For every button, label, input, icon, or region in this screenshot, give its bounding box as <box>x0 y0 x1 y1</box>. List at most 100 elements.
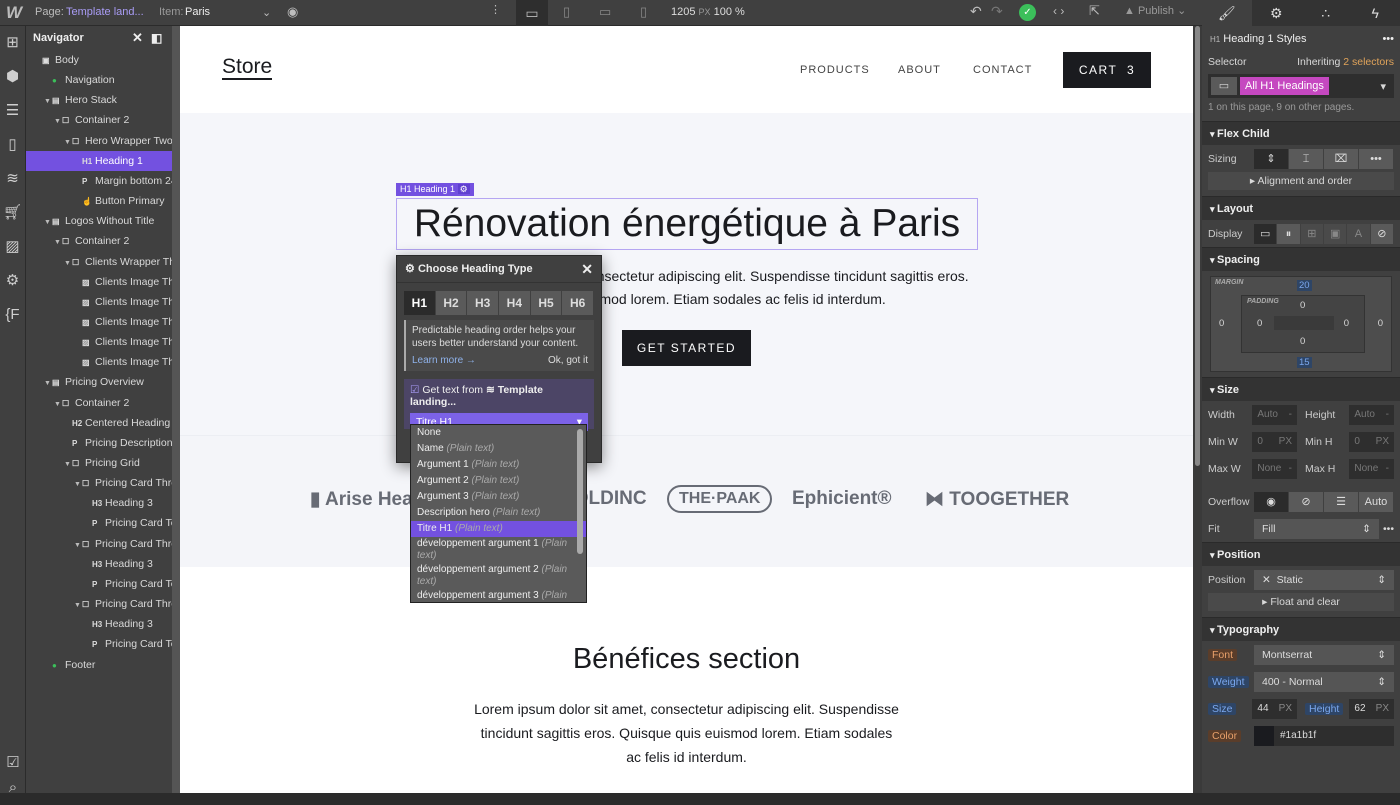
navigator-item[interactable]: PPricing Card Text <box>26 634 172 654</box>
item-selector[interactable]: Paris <box>185 6 210 18</box>
height-input[interactable]: Auto- <box>1349 405 1394 425</box>
navigator-item[interactable]: H3Heading 3 <box>26 614 172 634</box>
heading-level-h3[interactable]: H3 <box>467 291 498 315</box>
dropdown-option[interactable]: Name (Plain text) <box>411 441 586 457</box>
display-buttons[interactable]: ▭⏸⊞▣A⊘ <box>1254 224 1394 244</box>
get-text-checkbox[interactable]: ☑ <box>410 384 419 396</box>
desktop-breakpoint-icon[interactable]: ▭ <box>516 0 548 26</box>
more-vertical-icon[interactable]: ⋮ <box>490 3 501 16</box>
section-spacing[interactable]: Spacing <box>1202 247 1400 271</box>
margin-right[interactable]: 0 <box>1378 318 1383 329</box>
navigator-item[interactable]: PPricing Card Text <box>26 513 172 533</box>
caret-icon[interactable]: ▼ <box>64 133 72 151</box>
nav-link-products[interactable]: PRODUCTS <box>800 64 870 76</box>
chevron-down-icon[interactable]: ⌄ <box>262 6 271 19</box>
caret-icon[interactable]: ▼ <box>74 596 82 614</box>
section-size[interactable]: Size <box>1202 377 1400 401</box>
heading-level-h4[interactable]: H4 <box>499 291 530 315</box>
assets-image-icon[interactable]: ▨ <box>0 230 25 264</box>
heading-level-h1[interactable]: H1 <box>404 291 435 315</box>
section-heading[interactable]: Bénéfices section <box>180 643 1193 676</box>
navigator-item[interactable]: PPricing Description <box>26 433 172 453</box>
caret-icon[interactable]: ▼ <box>44 213 52 231</box>
navigator-item[interactable]: ▨Clients Image Three <box>26 332 172 352</box>
ecommerce-cart-icon[interactable]: 🛒︎ <box>0 196 25 230</box>
dock-panel-icon[interactable]: ◧ <box>151 26 162 50</box>
settings-gear-icon[interactable]: ⚙ <box>0 264 25 298</box>
more-icon[interactable]: ••• <box>1382 26 1394 52</box>
interactions-drops-icon[interactable]: ∴ <box>1301 0 1351 26</box>
sizing-buttons[interactable]: ⇕⌶⌧••• <box>1254 149 1394 169</box>
max-height-input[interactable]: None- <box>1349 459 1394 479</box>
navigator-item[interactable]: ▨Clients Image Three <box>26 312 172 332</box>
cart-button[interactable]: CART 3 <box>1063 52 1151 88</box>
navigator-item[interactable]: PPricing Card Text <box>26 574 172 594</box>
preview-eye-icon[interactable]: ◉ <box>287 4 298 20</box>
caret-icon[interactable]: ▼ <box>44 92 52 110</box>
dropdown-option[interactable]: développement argument 2 (Plain text) <box>411 563 571 589</box>
navigator-item[interactable]: ▼☐Container 2 <box>26 231 172 251</box>
dropdown-option[interactable]: Argument 2 (Plain text) <box>411 473 586 489</box>
navigator-item[interactable]: ▨Clients Image Three <box>26 292 172 312</box>
navigator-icon[interactable]: ☰ <box>0 94 25 128</box>
navigator-item[interactable]: ●Footer <box>26 655 172 675</box>
position-select[interactable]: ✕ Static⇕ <box>1254 570 1394 590</box>
navigator-item[interactable]: H3Heading 3 <box>26 493 172 513</box>
caret-icon[interactable]: ▼ <box>44 374 52 392</box>
dropdown-option[interactable]: None <box>411 425 586 441</box>
margin-bottom[interactable]: 15 <box>1297 357 1312 368</box>
publish-button[interactable]: ▲ Publish ⌄ <box>1124 4 1186 17</box>
overflow-buttons[interactable]: ◉⊘☰Auto <box>1254 492 1394 512</box>
code-icon[interactable]: ‹ › <box>1053 4 1064 18</box>
section-paragraph[interactable]: Lorem ipsum dolor sit amet, consectetur … <box>180 697 1193 769</box>
alignment-order-toggle[interactable]: ▸ Alignment and order <box>1208 172 1394 190</box>
components-cube-icon[interactable]: ⬢ <box>0 60 25 94</box>
caret-icon[interactable]: ▼ <box>54 395 62 413</box>
hero-heading[interactable]: Rénovation énergétique à Paris <box>396 198 978 250</box>
navigator-item[interactable]: ▼☐Pricing Card Three <box>26 534 172 554</box>
max-width-input[interactable]: None- <box>1252 459 1297 479</box>
padding-left[interactable]: 0 <box>1257 318 1262 329</box>
dropdown-option[interactable]: Description hero (Plain text) <box>411 505 586 521</box>
mobile-landscape-icon[interactable]: ▭ <box>599 4 611 20</box>
margin-left[interactable]: 0 <box>1219 318 1224 329</box>
settings-gear-icon[interactable]: ⚙ <box>1252 0 1302 26</box>
padding-right[interactable]: 0 <box>1344 318 1349 329</box>
undo-icon[interactable]: ↶ <box>970 3 982 20</box>
caret-icon[interactable]: ▼ <box>74 536 82 554</box>
navigator-item[interactable]: ☝Button Primary <box>26 191 172 211</box>
section-flex-child[interactable]: Flex Child <box>1202 121 1400 145</box>
navigator-item[interactable]: ▼▤Pricing Overview <box>26 372 172 392</box>
learn-more-link[interactable]: Learn more → <box>412 354 476 367</box>
heading-level-h6[interactable]: H6 <box>562 291 593 315</box>
navigator-scrollbar[interactable] <box>172 26 180 793</box>
margin-top[interactable]: 20 <box>1297 280 1312 291</box>
navigator-item[interactable]: ▨Clients Image Three <box>26 352 172 372</box>
padding-top[interactable]: 0 <box>1300 300 1305 311</box>
collapse-all-icon[interactable]: ✕ <box>132 26 143 50</box>
float-clear-toggle[interactable]: ▸ Float and clear <box>1208 593 1394 611</box>
close-icon[interactable]: ✕ <box>581 256 593 283</box>
navigator-item[interactable]: ▼☐Pricing Card Three <box>26 594 172 614</box>
navigator-item[interactable]: ●Navigation <box>26 70 172 90</box>
heading-level-h2[interactable]: H2 <box>436 291 467 315</box>
search-icon[interactable]: ⌕ <box>0 771 26 805</box>
caret-icon[interactable]: ▼ <box>74 475 82 493</box>
line-height-input[interactable]: 62PX <box>1349 699 1394 719</box>
spacing-box[interactable]: MARGIN 20 0 0 15 PADDING 0 0 0 0 <box>1210 276 1392 372</box>
fonts-icon[interactable]: {F <box>0 298 25 332</box>
get-started-button[interactable]: GET STARTED <box>622 330 751 366</box>
min-height-input[interactable]: 0PX <box>1349 432 1394 452</box>
section-layout[interactable]: Layout <box>1202 196 1400 220</box>
navigator-item[interactable]: ▼▤Hero Stack <box>26 90 172 110</box>
dropdown-scrollbar[interactable] <box>577 429 583 554</box>
brand-logo[interactable]: Store <box>222 56 272 80</box>
section-typography[interactable]: Typography <box>1202 617 1400 641</box>
dropdown-option[interactable]: développement argument 1 (Plain text) <box>411 537 571 563</box>
dropdown-option[interactable]: développement argument 3 (Plain text) <box>411 589 571 603</box>
caret-icon[interactable]: ▼ <box>64 254 72 272</box>
navigator-item[interactable]: ▼☐Container 2 <box>26 110 172 130</box>
navigator-item[interactable]: H1Heading 1 <box>26 151 172 171</box>
min-width-input[interactable]: 0PX <box>1252 432 1297 452</box>
selector-field[interactable]: ▭ All H1 Headings ▾ <box>1208 74 1394 98</box>
